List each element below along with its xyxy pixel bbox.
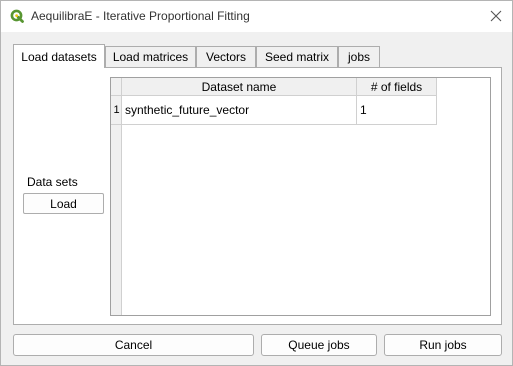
table-cell-fields[interactable]: 1 <box>357 96 437 125</box>
row-header[interactable]: 1 <box>111 96 122 125</box>
qgis-logo-icon <box>10 9 24 23</box>
ipf-dialog: AequilibraE - Iterative Proportional Fit… <box>0 0 513 366</box>
close-icon <box>490 10 502 22</box>
column-header-dataset-name[interactable]: Dataset name <box>122 78 357 96</box>
tab-load-matrices[interactable]: Load matrices <box>105 46 196 67</box>
datasets-table[interactable]: Dataset name # of fields 1 synthetic_fut… <box>110 77 491 316</box>
queue-jobs-button[interactable]: Queue jobs <box>261 334 377 356</box>
title-bar: AequilibraE - Iterative Proportional Fit… <box>1 1 512 32</box>
window-title: AequilibraE - Iterative Proportional Fit… <box>31 9 250 23</box>
tab-seed-matrix[interactable]: Seed matrix <box>256 46 338 67</box>
tab-vectors[interactable]: Vectors <box>196 46 256 67</box>
close-button[interactable] <box>486 6 506 26</box>
table-corner <box>111 78 122 96</box>
load-button[interactable]: Load <box>23 193 104 214</box>
column-header-fields[interactable]: # of fields <box>357 78 437 96</box>
table-cell-dataset-name[interactable]: synthetic_future_vector <box>122 96 357 125</box>
tab-load-datasets[interactable]: Load datasets <box>13 44 105 68</box>
row-header-column <box>111 96 122 315</box>
data-sets-label: Data sets <box>27 175 78 189</box>
cancel-button[interactable]: Cancel <box>13 334 254 356</box>
tab-jobs[interactable]: jobs <box>338 46 380 67</box>
run-jobs-button[interactable]: Run jobs <box>384 334 502 356</box>
